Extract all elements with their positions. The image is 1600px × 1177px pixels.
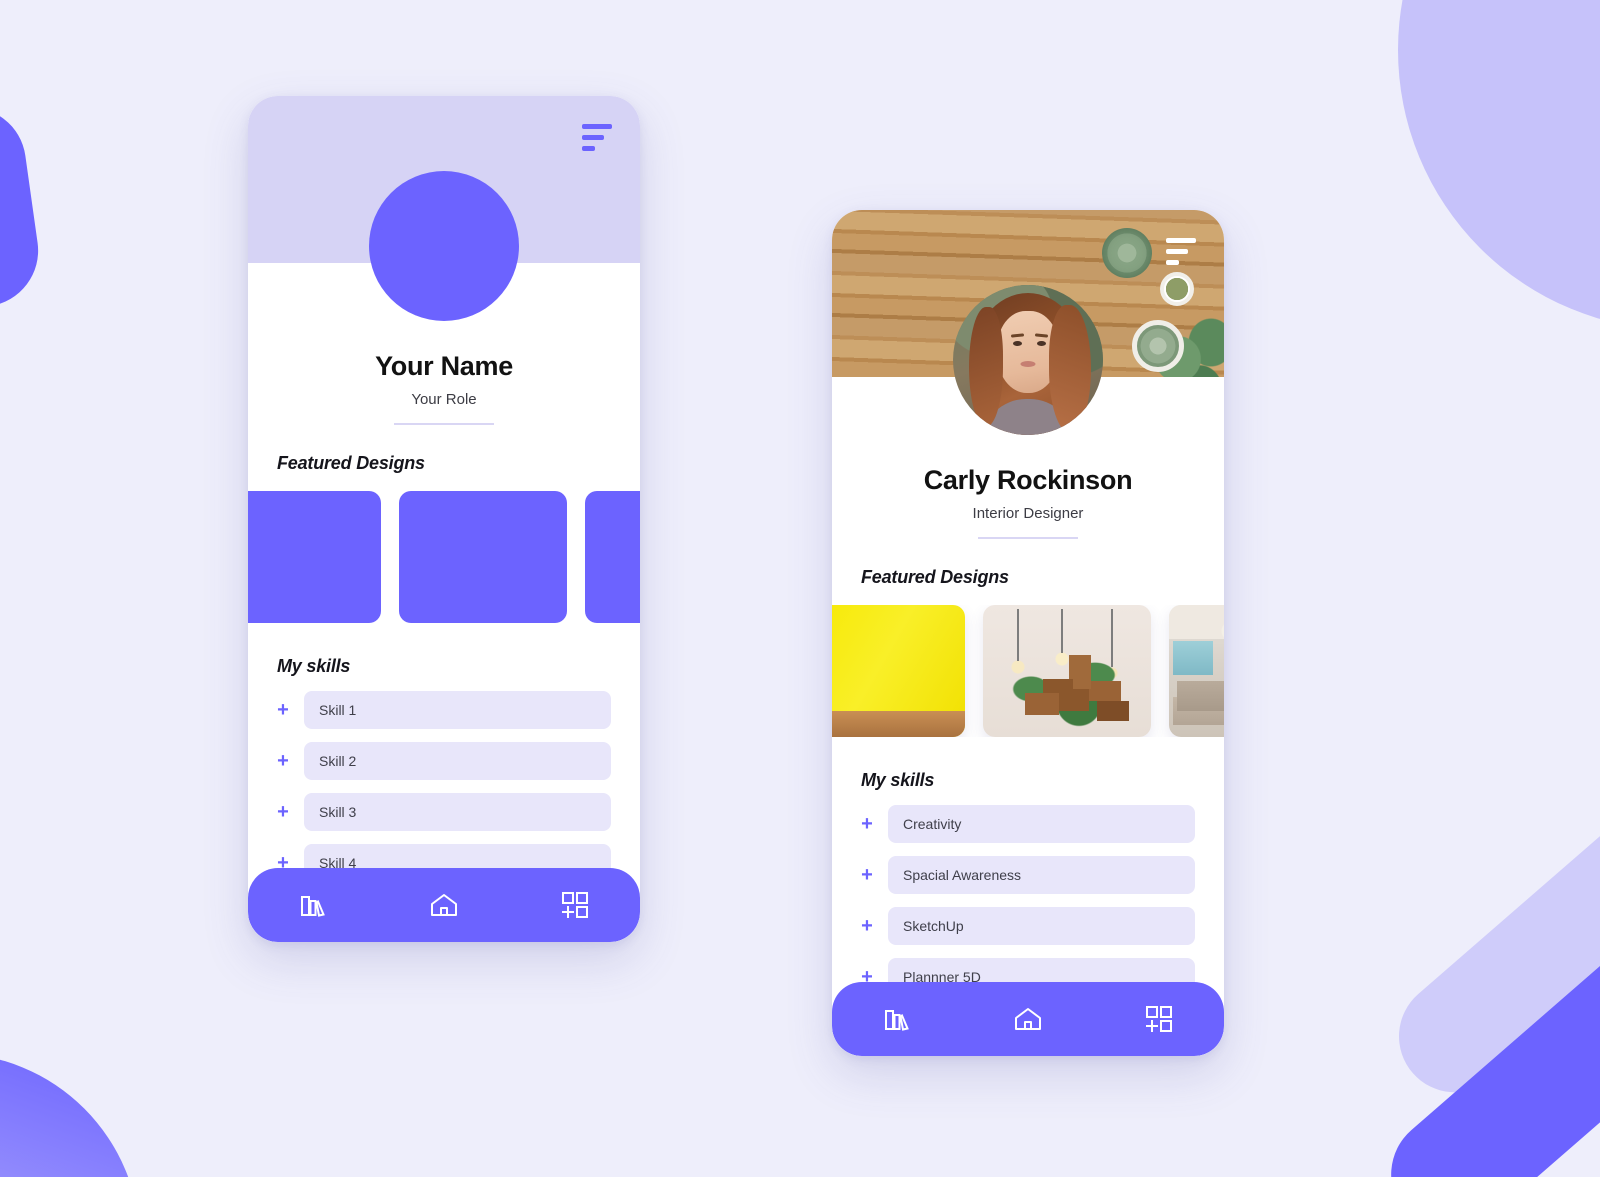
add-skill-icon[interactable]: + — [861, 916, 873, 936]
avatar[interactable] — [369, 171, 519, 321]
add-skill-icon[interactable]: + — [861, 814, 873, 834]
identity-divider — [978, 537, 1078, 539]
template-skills-section: My skills + Skill 1 + Skill 2 + Skill 3 … — [248, 656, 640, 882]
my-skills-title: My skills — [861, 770, 935, 790]
add-skill-icon[interactable]: + — [277, 700, 289, 720]
featured-thumb-3[interactable] — [585, 491, 640, 623]
skill-row: + Creativity — [832, 805, 1224, 843]
skill-pill[interactable]: Skill 3 — [304, 793, 611, 831]
avatar[interactable] — [953, 285, 1103, 435]
featured-thumb-2[interactable] — [399, 491, 567, 623]
featured-designs-carousel[interactable] — [832, 605, 1224, 737]
featured-thumb-1[interactable] — [832, 605, 965, 737]
skill-pill[interactable]: Skill 2 — [304, 742, 611, 780]
hamburger-bar-2 — [582, 135, 604, 140]
template-phone-mockup: Your Name Your Role Featured Designs My … — [248, 96, 640, 942]
profile-role: Interior Designer — [972, 505, 1084, 522]
skill-row: + Skill 2 — [248, 742, 640, 780]
skill-pill[interactable]: SketchUp — [888, 907, 1195, 945]
succulent-top — [1102, 228, 1152, 278]
hamburger-icon[interactable] — [582, 124, 612, 151]
hamburger-bar-2 — [1166, 249, 1188, 254]
grid-plus-icon[interactable] — [549, 879, 601, 931]
filled-phone-mockup: Carly Rockinson Interior Designer Featur… — [832, 210, 1224, 1056]
decor-circle-bottom-left — [0, 1053, 140, 1177]
succulent-bottom — [1132, 320, 1184, 372]
identity-divider — [394, 423, 494, 425]
skill-pill[interactable]: Spacial Awareness — [888, 856, 1195, 894]
template-featured-section: Featured Designs — [248, 453, 640, 623]
eye-right — [1037, 341, 1046, 346]
add-skill-icon[interactable]: + — [277, 802, 289, 822]
filled-skills-section: My skills + Creativity + Spacial Awarene… — [832, 770, 1224, 996]
skill-pill[interactable]: Skill 1 — [304, 691, 611, 729]
filled-screen: Carly Rockinson Interior Designer Featur… — [832, 210, 1224, 1056]
hamburger-bar-3 — [1166, 260, 1179, 265]
skills-list: + Skill 1 + Skill 2 + Skill 3 + Skill 4 — [248, 691, 640, 882]
books-icon[interactable] — [871, 993, 923, 1045]
featured-designs-title: Featured Designs — [861, 567, 1009, 587]
hair-front-left — [969, 307, 1003, 427]
featured-thumb-1[interactable] — [248, 491, 381, 623]
filled-featured-section: Featured Designs — [832, 567, 1224, 737]
template-screen: Your Name Your Role Featured Designs My … — [248, 96, 640, 942]
decor-circle-top-right — [1398, 0, 1600, 330]
my-skills-title: My skills — [277, 656, 351, 676]
skills-list: + Creativity + Spacial Awareness + Sketc… — [832, 805, 1224, 996]
profile-role: Your Role — [411, 391, 477, 408]
skill-row: + SketchUp — [832, 907, 1224, 945]
featured-designs-title: Featured Designs — [277, 453, 425, 473]
hamburger-icon[interactable] — [1166, 238, 1196, 265]
eye-left — [1013, 341, 1022, 346]
profile-name: Your Name — [375, 351, 513, 381]
books-icon[interactable] — [287, 879, 339, 931]
hamburger-bar-1 — [582, 124, 612, 129]
featured-thumb-2[interactable] — [983, 605, 1151, 737]
hair-front-right — [1049, 305, 1091, 433]
skill-row: + Skill 1 — [248, 691, 640, 729]
bottom-navigation-bar — [832, 982, 1224, 1056]
background-decoration — [0, 0, 1600, 1177]
hamburger-bar-1 — [1166, 238, 1196, 243]
add-skill-icon[interactable]: + — [277, 751, 289, 771]
profile-name: Carly Rockinson — [923, 465, 1133, 495]
grid-plus-icon[interactable] — [1133, 993, 1185, 1045]
cactus-icon — [1160, 272, 1194, 306]
home-icon[interactable] — [418, 879, 470, 931]
home-icon[interactable] — [1002, 993, 1054, 1045]
skill-pill[interactable]: Creativity — [888, 805, 1195, 843]
featured-thumb-3[interactable] — [1169, 605, 1224, 737]
add-skill-icon[interactable]: + — [861, 865, 873, 885]
decor-shape-left — [0, 100, 46, 314]
skill-row: + Skill 3 — [248, 793, 640, 831]
bottom-navigation-bar — [248, 868, 640, 942]
hamburger-bar-3 — [582, 146, 595, 151]
lips — [1020, 361, 1036, 367]
skill-row: + Spacial Awareness — [832, 856, 1224, 894]
featured-designs-carousel[interactable] — [248, 491, 640, 623]
